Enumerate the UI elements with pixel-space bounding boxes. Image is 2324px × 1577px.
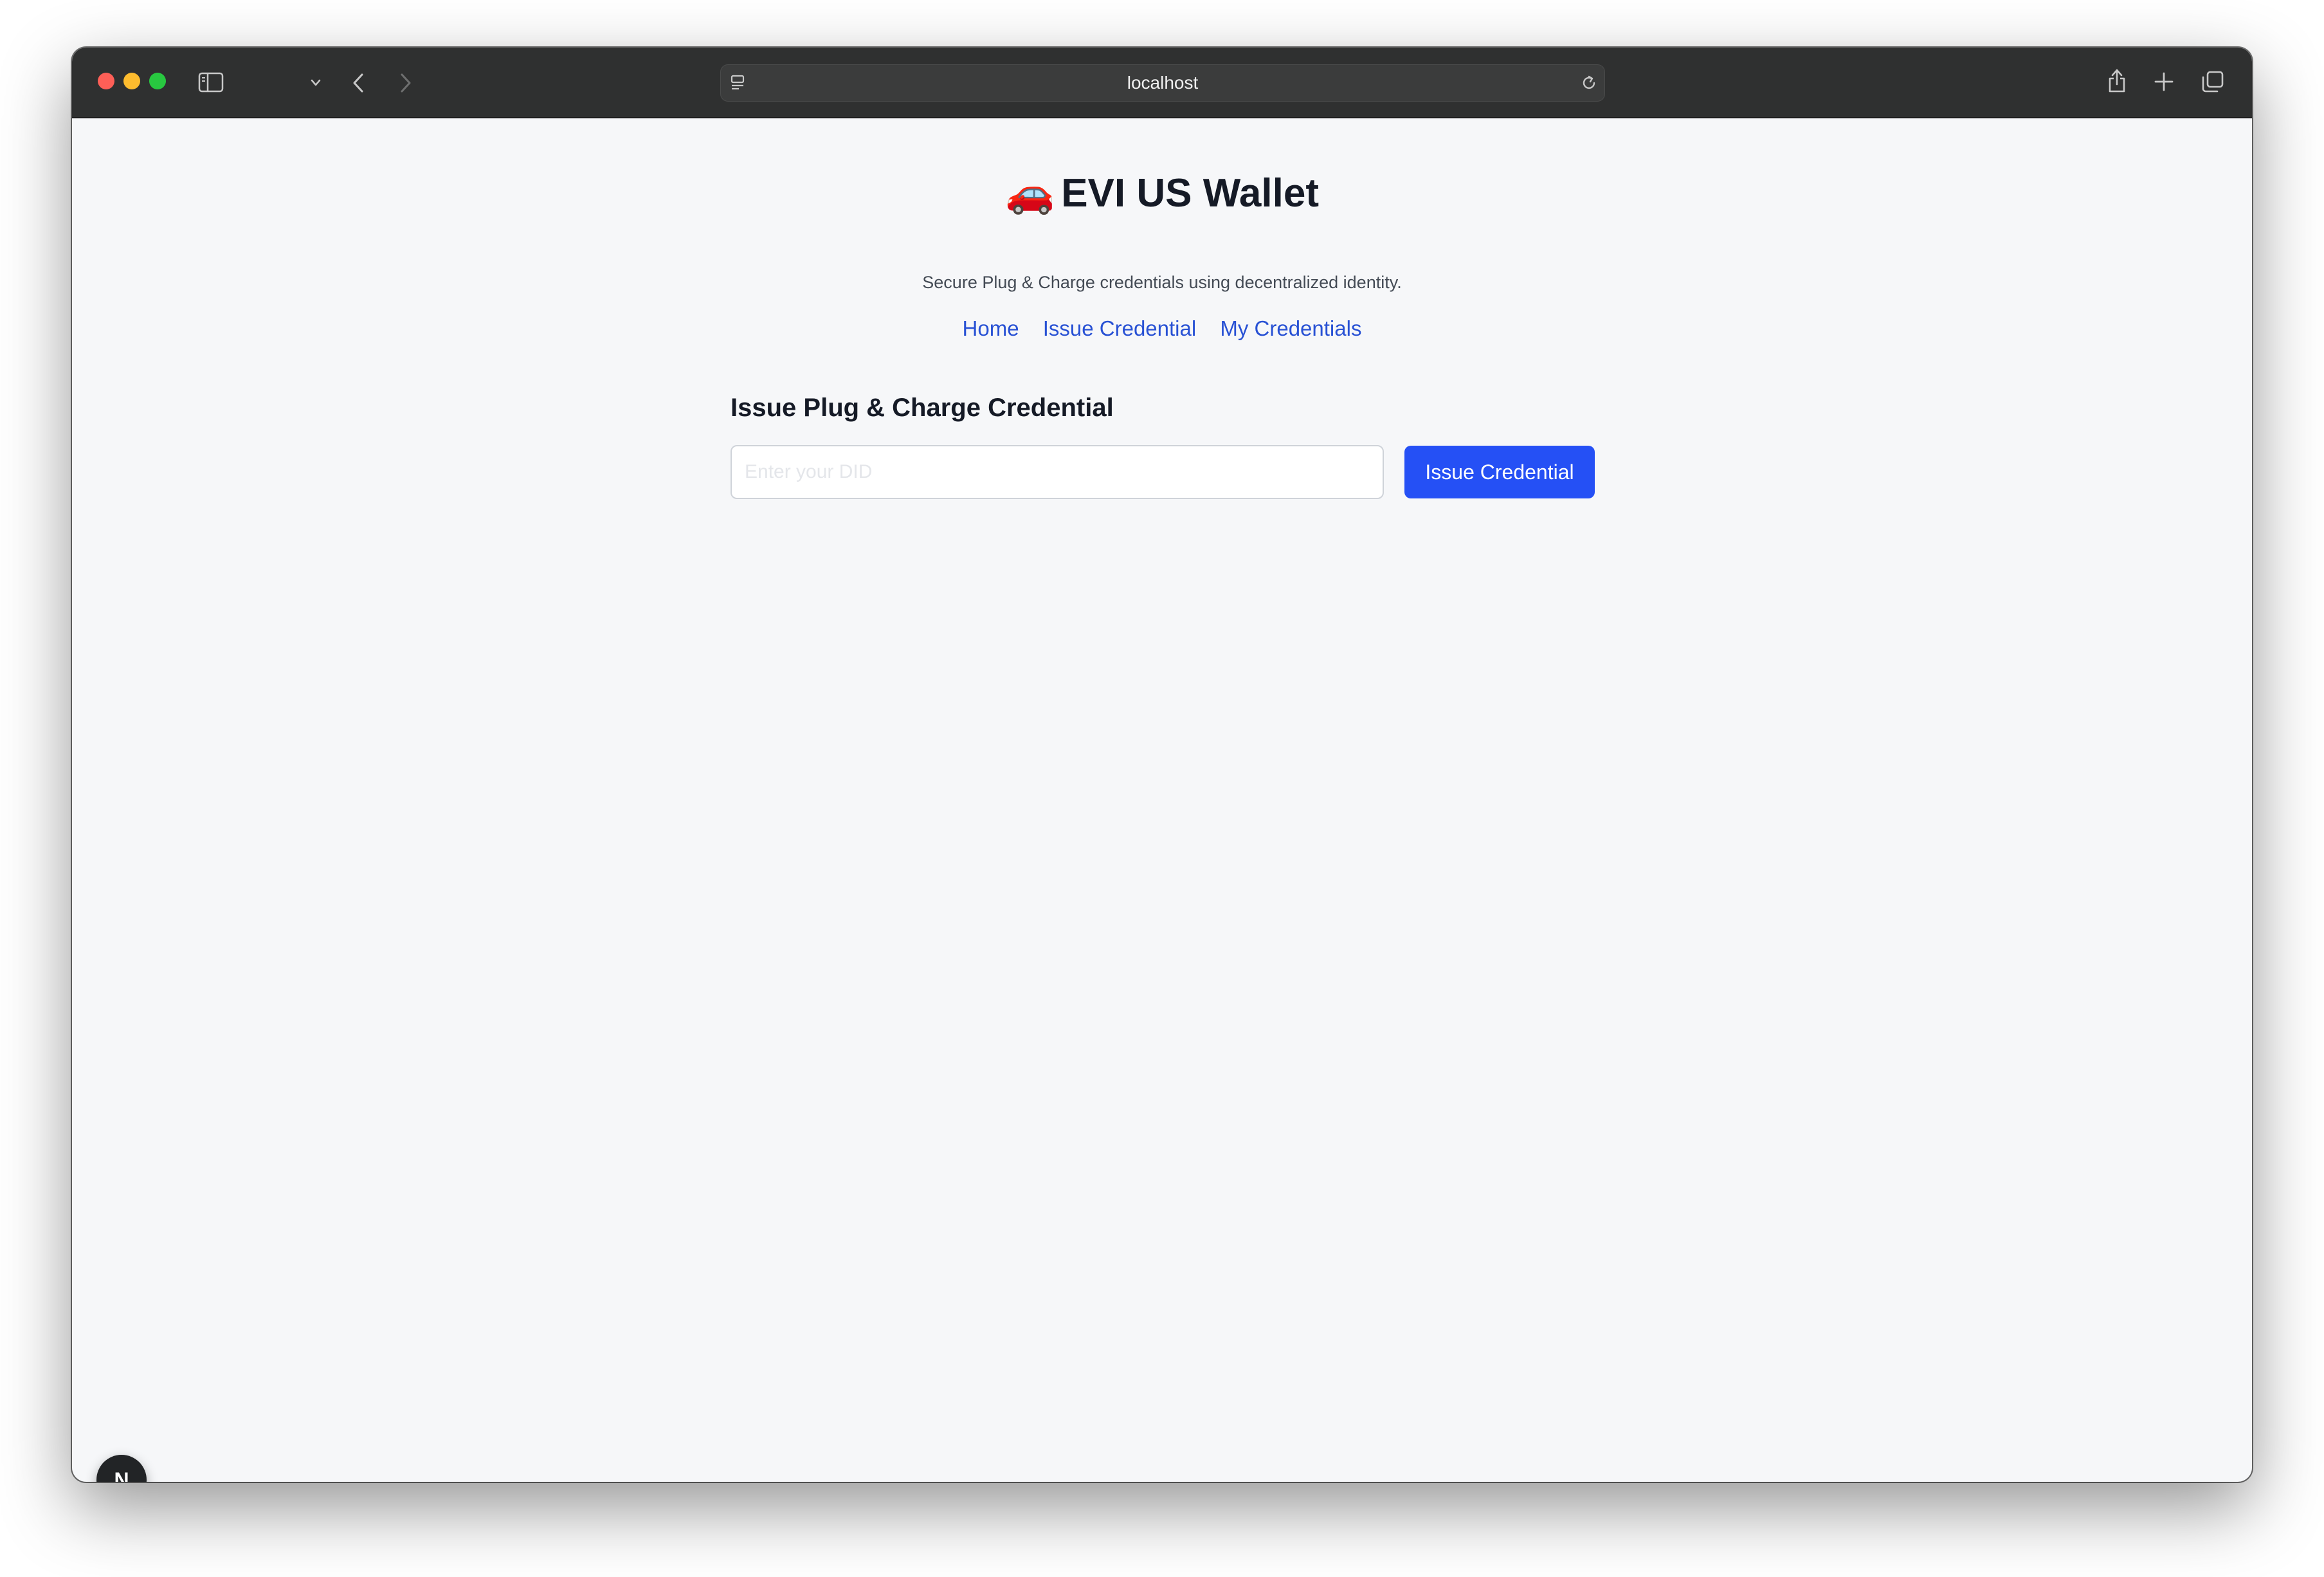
did-input[interactable]	[731, 445, 1384, 499]
form-heading: Issue Plug & Charge Credential	[731, 394, 1114, 422]
nextjs-dev-badge[interactable]: N	[96, 1455, 147, 1482]
nextjs-logo-icon: N	[114, 1468, 129, 1482]
nav-link-issue-credential[interactable]: Issue Credential	[1043, 316, 1196, 340]
page-subtitle: Secure Plug & Charge credentials using d…	[922, 273, 1402, 292]
address-bar[interactable]: localhost	[720, 64, 1605, 102]
url-text: localhost	[1127, 73, 1199, 93]
browser-toolbar: localhost	[72, 48, 2252, 118]
nav-link-home[interactable]: Home	[963, 316, 1019, 340]
browser-window: localhost 🚗 EVI US Wallet Secure Plug & C…	[72, 48, 2252, 1482]
maximize-window-button[interactable]	[149, 73, 166, 89]
new-tab-icon[interactable]	[2153, 71, 2175, 93]
minimize-window-button[interactable]	[123, 73, 140, 89]
page-title-text: EVI US Wallet	[1061, 171, 1319, 215]
car-emoji-icon: 🚗	[1005, 171, 1055, 215]
back-arrow-icon[interactable]	[351, 72, 365, 94]
reload-icon[interactable]	[1580, 74, 1598, 92]
page-content: 🚗 EVI US Wallet Secure Plug & Charge cred…	[72, 118, 2252, 1482]
share-icon[interactable]	[2107, 67, 2127, 95]
page-title: 🚗 EVI US Wallet	[72, 170, 2252, 217]
issue-credential-button[interactable]: Issue Credential	[1404, 446, 1595, 498]
tabs-overview-icon[interactable]	[2201, 69, 2225, 94]
forward-arrow-icon[interactable]	[399, 72, 413, 94]
chevron-down-icon[interactable]	[310, 78, 322, 87]
sidebar-icon[interactable]	[198, 72, 224, 93]
main-nav: Home Issue Credential My Credentials	[72, 316, 2252, 341]
close-window-button[interactable]	[98, 73, 114, 89]
nav-link-my-credentials[interactable]: My Credentials	[1220, 316, 1361, 340]
